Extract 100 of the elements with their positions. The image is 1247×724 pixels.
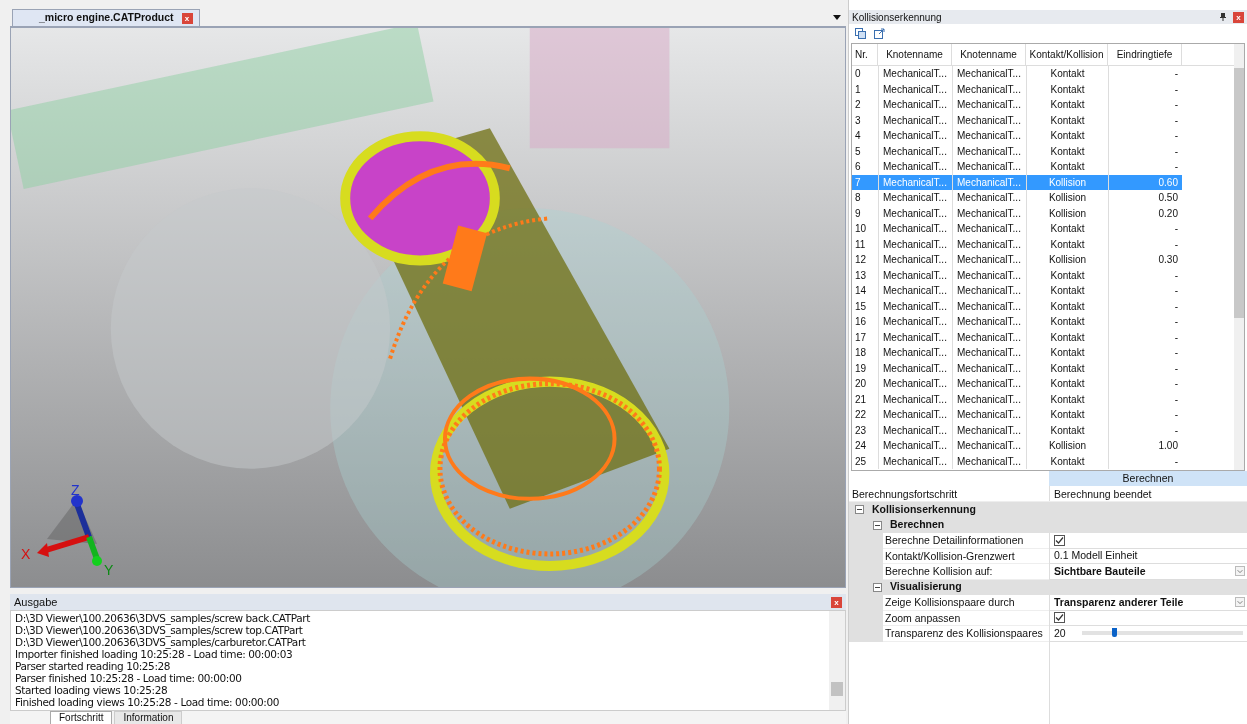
- document-tab[interactable]: _micro engine.CATProduct x: [12, 9, 200, 26]
- table-row[interactable]: 16 MechanicalT... MechanicalT... Kontakt -: [852, 314, 1182, 330]
- property-label: Berechne Detailinformationen: [883, 533, 1049, 549]
- property-value: Berechnung beendet: [1049, 486, 1152, 501]
- table-cell: MechanicalT...: [952, 81, 1026, 97]
- table-row[interactable]: 18 MechanicalT... MechanicalT... Kontakt -: [852, 345, 1182, 361]
- table-cell: -: [1108, 159, 1182, 175]
- table-cell: MechanicalT...: [952, 376, 1026, 392]
- table-cell: Kontakt: [1026, 236, 1108, 252]
- table-cell-text: 6: [854, 160, 862, 174]
- table-cell-text: 23: [854, 423, 868, 438]
- table-cell: Kontakt: [1026, 298, 1108, 314]
- table-row[interactable]: 4 MechanicalT... MechanicalT... Kontakt -: [852, 128, 1182, 144]
- table-row[interactable]: 3 MechanicalT... MechanicalT... Kontakt -: [852, 112, 1182, 128]
- table-row[interactable]: 19 MechanicalT... MechanicalT... Kontakt -: [852, 360, 1182, 376]
- tab[interactable]: Fortschritt: [50, 711, 113, 724]
- table-cell: -: [1108, 407, 1182, 423]
- table-row[interactable]: 14 MechanicalT... MechanicalT... Kontakt -: [852, 283, 1182, 299]
- log-line: Parser finished 10:25:28 - Load time: 00:00:00: [15, 672, 243, 684]
- table-cell-text: 4: [854, 129, 862, 143]
- panel-title: Ausgabe: [14, 594, 58, 610]
- table-cell: Kontakt: [1026, 345, 1108, 361]
- table-cell: -: [1108, 143, 1182, 159]
- log-line: D:\3D Viewer\100.20636\3DVS_samples/carburetor.CATPart: [15, 636, 307, 648]
- table-row[interactable]: 0 MechanicalT... MechanicalT... Kontakt -: [852, 66, 1182, 82]
- table-row[interactable]: 20 MechanicalT... MechanicalT... Kontakt -: [852, 376, 1182, 392]
- calculate-button[interactable]: Berechnen: [1049, 471, 1247, 486]
- table-row[interactable]: 24 MechanicalT... MechanicalT... Kollision 1.00: [852, 438, 1182, 454]
- close-button[interactable]: x: [831, 596, 842, 608]
- property-label: Transparenz des Kollisionspaares: [883, 626, 1049, 642]
- copy-icon[interactable]: [855, 28, 866, 39]
- table-row[interactable]: 10 MechanicalT... MechanicalT... Kontakt -: [852, 221, 1182, 237]
- table-cell: -: [1108, 329, 1182, 345]
- table-row[interactable]: 21 MechanicalT... MechanicalT... Kontakt -: [852, 391, 1182, 407]
- table-cell: -: [1108, 66, 1182, 82]
- slider-thumb[interactable]: [1112, 628, 1118, 638]
- table-row[interactable]: 17 MechanicalT... MechanicalT... Kontakt -: [852, 329, 1182, 345]
- export-icon[interactable]: [874, 28, 885, 39]
- table-cell-text: 16: [854, 315, 868, 329]
- table-row[interactable]: 22 MechanicalT... MechanicalT... Kontakt -: [852, 407, 1182, 423]
- slider-track[interactable]: [1082, 631, 1243, 636]
- table-cell: MechanicalT...: [952, 221, 1026, 237]
- table-cell: -: [1108, 453, 1182, 469]
- table-cell: 0.20: [1108, 205, 1182, 221]
- table-cell: MechanicalT...: [878, 298, 952, 314]
- table-row[interactable]: 1 MechanicalT... MechanicalT... Kontakt -: [852, 81, 1182, 97]
- column-header[interactable]: Knotenname: [878, 44, 952, 65]
- tab[interactable]: Information: [114, 711, 183, 724]
- table-cell-text: 7: [854, 175, 862, 190]
- close-button[interactable]: x: [1233, 11, 1244, 23]
- table-cell: -: [1108, 391, 1182, 407]
- pin-icon[interactable]: [1219, 13, 1227, 21]
- table-cell-text: 11: [854, 237, 867, 252]
- table-cell: -: [1108, 298, 1182, 314]
- collapse-icon[interactable]: [873, 520, 882, 530]
- table-cell: MechanicalT...: [878, 407, 952, 423]
- table-cell: -: [1108, 128, 1182, 144]
- collapse-icon[interactable]: [873, 582, 882, 592]
- table-row[interactable]: 5 MechanicalT... MechanicalT... Kontakt -: [852, 143, 1182, 159]
- table-row[interactable]: 25 MechanicalT... MechanicalT... Kontakt -: [852, 453, 1182, 469]
- table-cell: Kontakt: [1026, 391, 1108, 407]
- column-header[interactable]: Eindringtiefe: [1108, 44, 1182, 65]
- column-header[interactable]: Knotenname: [952, 44, 1026, 65]
- table-cell-text: 25: [854, 454, 868, 469]
- column-header[interactable]: Nr.: [852, 44, 878, 65]
- slider-value: 20: [1054, 625, 1067, 641]
- table-row[interactable]: 11 MechanicalT... MechanicalT... Kontakt -: [852, 236, 1182, 252]
- collapse-icon[interactable]: [855, 505, 864, 515]
- close-button[interactable]: x: [181, 12, 193, 24]
- scrollbar[interactable]: [1234, 44, 1244, 470]
- table-cell: MechanicalT...: [952, 298, 1026, 314]
- table-row[interactable]: 23 MechanicalT... MechanicalT... Kontakt -: [852, 422, 1182, 438]
- table-row[interactable]: 8 MechanicalT... MechanicalT... Kollision 0.50: [852, 190, 1182, 206]
- dropdown-value[interactable]: Sichtbare Bauteile: [1054, 563, 1146, 579]
- table-cell: MechanicalT...: [952, 345, 1026, 361]
- table-row[interactable]: 13 MechanicalT... MechanicalT... Kontakt -: [852, 267, 1182, 283]
- table-cell: MechanicalT...: [878, 236, 952, 252]
- scrollbar[interactable]: [829, 611, 845, 710]
- table-cell: MechanicalT...: [952, 174, 1026, 190]
- property-value: 0.1 Modell Einheit: [1054, 548, 1138, 563]
- table-cell: Kontakt: [1026, 422, 1108, 438]
- table-row[interactable]: 12 MechanicalT... MechanicalT... Kollision 0.30: [852, 252, 1182, 268]
- column-header[interactable]: Kontakt/Kollision: [1026, 44, 1108, 65]
- table-cell: Kollision: [1026, 252, 1108, 268]
- checkbox[interactable]: [1054, 534, 1065, 546]
- table-cell-text: 8: [854, 191, 862, 205]
- table-row[interactable]: 6 MechanicalT... MechanicalT... Kontakt -: [852, 159, 1182, 175]
- table-cell-text: 22: [854, 408, 868, 422]
- table-row[interactable]: 2 MechanicalT... MechanicalT... Kontakt -: [852, 97, 1182, 113]
- table-cell-text: 5: [854, 144, 862, 159]
- table-cell: MechanicalT...: [952, 112, 1026, 128]
- tab-label: _micro engine.CATProduct: [39, 10, 174, 26]
- checkbox[interactable]: [1054, 612, 1065, 624]
- table-cell: MechanicalT...: [952, 205, 1026, 221]
- table-cell: Kontakt: [1026, 376, 1108, 392]
- dropdown-value[interactable]: Transparenz anderer Teile: [1054, 594, 1184, 610]
- table-row[interactable]: 15 MechanicalT... MechanicalT... Kontakt -: [852, 298, 1182, 314]
- dropdown-icon[interactable]: [832, 14, 842, 22]
- table-row[interactable]: 9 MechanicalT... MechanicalT... Kollision 0.20: [852, 205, 1182, 221]
- panel-title: Kollisionserkennung: [852, 10, 942, 25]
